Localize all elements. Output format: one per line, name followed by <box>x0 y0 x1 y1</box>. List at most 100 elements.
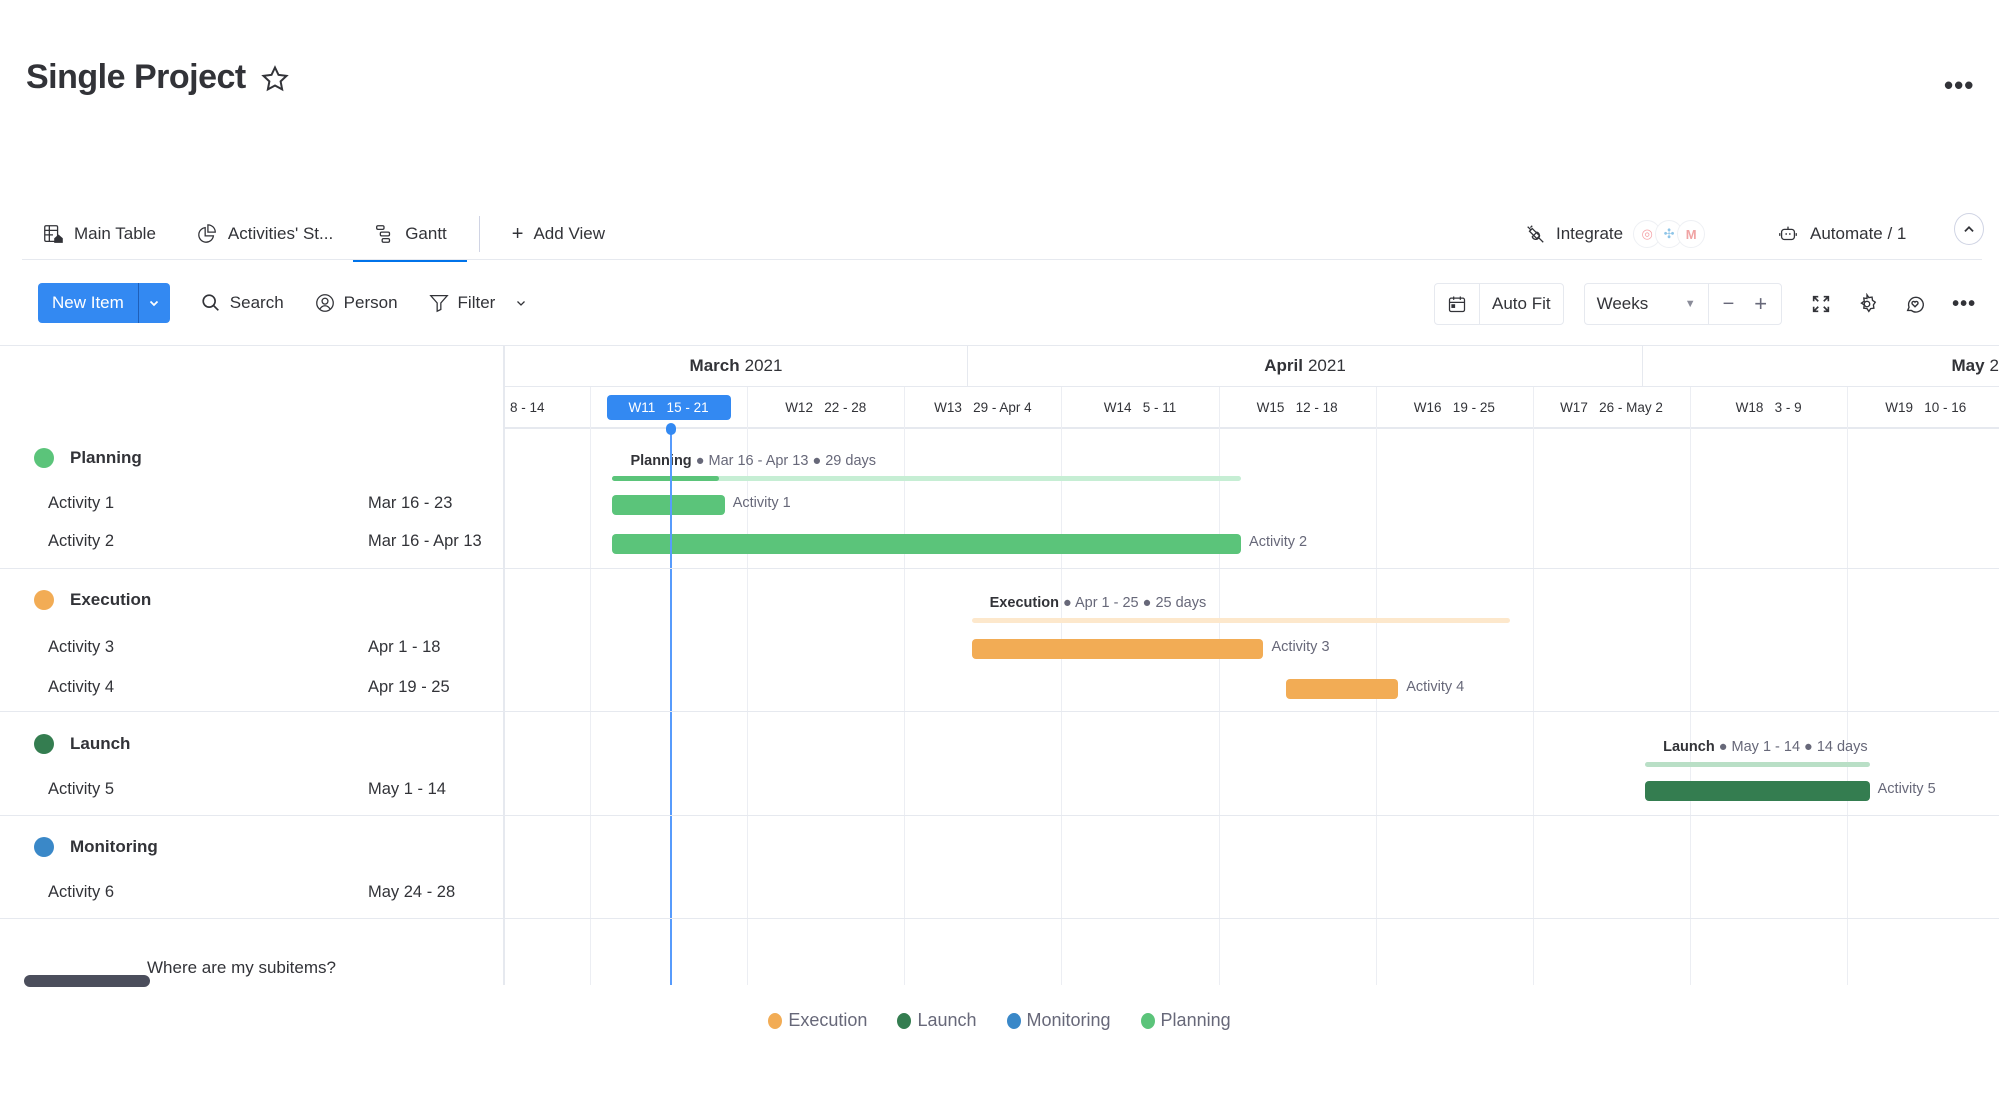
group-name: Planning <box>70 448 142 467</box>
add-view-button[interactable]: + Add View <box>492 208 625 260</box>
tab-gantt[interactable]: Gantt <box>353 208 467 262</box>
legend-item[interactable]: Monitoring <box>1006 1010 1111 1031</box>
group-header[interactable]: Monitoring <box>34 837 158 857</box>
filter-label: Filter <box>457 293 496 312</box>
legend-color-dot <box>897 1012 912 1029</box>
tab-activities-status[interactable]: Activities' St... <box>176 208 353 260</box>
week-label[interactable]: W19 10 - 16 <box>1847 387 1999 427</box>
add-view-label: Add View <box>533 224 605 243</box>
group-name: Launch <box>70 734 131 753</box>
search-button[interactable]: Search <box>200 292 284 314</box>
zoom-in-button[interactable]: + <box>1744 284 1781 324</box>
group-summary-bar[interactable] <box>1645 762 1870 767</box>
task-bar-label: Activity 5 <box>1877 781 1936 797</box>
item-dates[interactable]: Mar 16 - 23 <box>368 494 452 513</box>
group-color-dot <box>34 590 54 610</box>
group-summary-bar[interactable] <box>612 476 1242 481</box>
zoom-out-button[interactable]: − <box>1709 284 1745 324</box>
pane-divider[interactable] <box>503 345 505 985</box>
item-name[interactable]: Activity 5 <box>48 780 114 799</box>
group-summary-label: Execution ● Apr 1 - 25 ● 25 days <box>989 595 1207 611</box>
gridline <box>590 387 591 987</box>
board-toolbar: New Item Search Person Filter <box>38 283 527 323</box>
person-filter-button[interactable]: Person <box>314 292 398 314</box>
week-label[interactable]: W12 22 - 28 <box>747 387 904 427</box>
calendar-button[interactable] <box>1435 284 1480 324</box>
task-bar[interactable] <box>612 534 1242 554</box>
search-label: Search <box>229 293 284 312</box>
chevron-down-icon[interactable] <box>515 297 527 309</box>
tab-main-table[interactable]: Main Table <box>22 208 176 260</box>
auto-fit-button[interactable]: Auto Fit <box>1480 284 1563 324</box>
week-label[interactable]: W18 3 - 9 <box>1690 387 1847 427</box>
calendar-icon <box>1448 296 1466 313</box>
scale-dropdown[interactable]: Weeks ▼ <box>1585 284 1709 324</box>
task-bar[interactable] <box>1285 679 1399 699</box>
collapse-header-button[interactable] <box>1954 213 1984 245</box>
group-header[interactable]: Planning <box>34 448 142 468</box>
automate-button[interactable]: Automate / 1 <box>1776 208 1906 260</box>
plus-icon: + <box>511 222 524 245</box>
item-name[interactable]: Activity 4 <box>48 678 114 697</box>
week-label[interactable]: W14 5 - 11 <box>1061 387 1218 427</box>
fullscreen-icon[interactable] <box>1810 293 1832 315</box>
group-progress-fill <box>612 476 720 481</box>
group-header[interactable]: Execution <box>34 590 151 610</box>
chart-legend: Execution Launch Monitoring Planning <box>0 1010 1999 1031</box>
week-text: 8 - 14 <box>510 399 545 415</box>
legend-color-dot <box>1006 1012 1021 1029</box>
task-bar[interactable] <box>612 495 725 515</box>
group-summary-bar[interactable] <box>971 618 1511 623</box>
integrate-button[interactable]: Integrate ◎ ✣ M <box>1524 208 1706 260</box>
week-label[interactable]: W17 26 - May 2 <box>1533 387 1690 427</box>
legend-item[interactable]: Execution <box>768 1010 867 1031</box>
week-label[interactable]: W15 12 - 18 <box>1219 387 1376 427</box>
week-label-current[interactable]: W11 15 - 21 <box>590 387 747 427</box>
item-name[interactable]: Activity 6 <box>48 883 114 902</box>
filter-button[interactable]: Filter <box>428 292 528 314</box>
week-text: W11 15 - 21 <box>606 394 731 420</box>
week-label[interactable]: W13 29 - Apr 4 <box>904 387 1061 427</box>
gantt-icon <box>376 225 391 243</box>
settings-gear-icon[interactable] <box>1856 293 1878 315</box>
month-label: May 2 <box>1643 346 1999 386</box>
month-year: 2021 <box>744 356 783 375</box>
table-home-icon <box>44 225 63 243</box>
group-summary-label: Launch ● May 1 - 14 ● 14 days <box>1663 739 1868 755</box>
item-name[interactable]: Activity 1 <box>48 494 114 513</box>
more-options-button[interactable]: ••• <box>1944 70 1974 101</box>
task-bar[interactable] <box>1645 781 1870 801</box>
group-header[interactable]: Launch <box>34 734 130 754</box>
subitems-help-link[interactable]: Where are my subitems? <box>147 958 336 978</box>
legend-item[interactable]: Launch <box>897 1010 977 1031</box>
month-year: 2 <box>1989 356 1999 375</box>
chevron-up-icon <box>1964 226 1974 232</box>
today-marker-line <box>670 427 672 987</box>
gmail-icon: M <box>1677 220 1706 248</box>
new-item-button[interactable]: New Item <box>38 283 170 323</box>
item-dates[interactable]: Apr 1 - 18 <box>368 638 440 657</box>
week-text: W17 26 - May 2 <box>1560 399 1663 415</box>
caret-down-icon: ▼ <box>1684 298 1696 310</box>
horizontal-scrollbar[interactable] <box>24 975 150 987</box>
tab-label: Main Table <box>74 224 156 243</box>
feedback-heart-icon[interactable] <box>1904 293 1926 315</box>
item-name[interactable]: Activity 2 <box>48 532 114 551</box>
item-dates[interactable]: May 1 - 14 <box>368 780 446 799</box>
more-options-icon[interactable]: ••• <box>1952 293 1976 316</box>
item-dates[interactable]: May 24 - 28 <box>368 883 455 902</box>
week-text: W18 3 - 9 <box>1735 399 1802 415</box>
group-divider <box>0 918 1999 919</box>
automate-label: Automate / 1 <box>1810 224 1907 243</box>
task-bar[interactable] <box>971 639 1264 659</box>
item-name[interactable]: Activity 3 <box>48 638 114 657</box>
group-summary-name: Planning <box>630 453 692 469</box>
item-dates[interactable]: Mar 16 - Apr 13 <box>368 532 482 551</box>
star-icon[interactable] <box>260 64 290 94</box>
item-dates[interactable]: Apr 19 - 25 <box>368 678 450 697</box>
week-label[interactable]: W16 19 - 25 <box>1376 387 1533 427</box>
legend-item[interactable]: Planning <box>1140 1010 1231 1031</box>
new-item-dropdown[interactable] <box>137 283 170 323</box>
week-label[interactable]: 8 - 14 <box>505 387 590 427</box>
person-label: Person <box>343 293 398 312</box>
